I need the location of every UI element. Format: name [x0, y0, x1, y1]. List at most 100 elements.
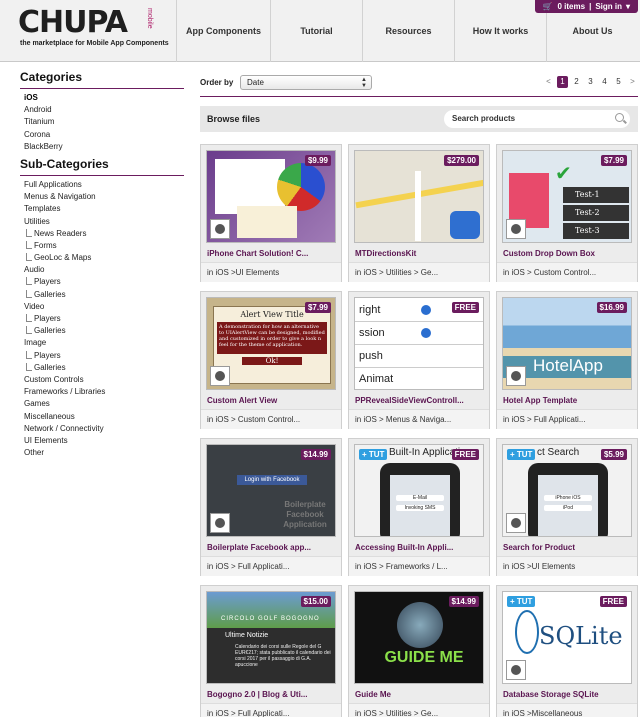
product-title[interactable]: Accessing Built-In Appli...: [355, 543, 487, 552]
category-item[interactable]: iOS: [20, 92, 184, 104]
product-category[interactable]: in iOS > Custom Control...: [201, 409, 341, 429]
subcategory-item[interactable]: Galleries: [20, 289, 184, 301]
signin-link[interactable]: Sign in: [595, 2, 622, 11]
subcategory-item[interactable]: Forms: [20, 240, 184, 252]
subcategory-item[interactable]: Galleries: [20, 362, 184, 374]
subcategory-item[interactable]: Full Applications: [20, 179, 184, 191]
subcategory-item[interactable]: Menus & Navigation: [20, 191, 184, 203]
product-card[interactable]: ct Search iPhone iOS iPod $5.99 + TUT Search …: [496, 438, 638, 576]
product-card[interactable]: ✔ Test-1 Test-2 Test-3 $7.99 Custom Drop Down…: [496, 144, 638, 282]
product-thumbnail[interactable]: HotelApp $16.99: [502, 297, 632, 390]
subcategory-item[interactable]: Players: [20, 276, 184, 288]
product-title[interactable]: Hotel App Template: [503, 396, 635, 405]
product-title[interactable]: Database Storage SQLite: [503, 690, 635, 699]
next-page-button[interactable]: >: [627, 76, 638, 88]
product-thumbnail[interactable]: ✔ Test-1 Test-2 Test-3 $7.99: [502, 150, 632, 243]
subcategory-item[interactable]: Games: [20, 398, 184, 410]
prev-page-button[interactable]: <: [543, 76, 554, 88]
product-card[interactable]: Alert View Title A demonstration for how …: [200, 291, 342, 429]
chevron-down-icon[interactable]: ▾: [626, 2, 630, 11]
category-list: iOS Android Titanium Corona BlackBerry: [20, 92, 184, 153]
product-category[interactable]: in iOS > Menus & Naviga...: [349, 409, 489, 429]
nav-how-it-works[interactable]: How It works: [454, 0, 546, 62]
product-category[interactable]: in iOS > Utilities > Ge...: [349, 703, 489, 717]
subcategory-item[interactable]: Image: [20, 337, 184, 349]
product-card[interactable]: CIRCOLO GOLF BOGOGNO Ultime Notizie Calend…: [200, 585, 342, 717]
subcategory-item[interactable]: Audio: [20, 264, 184, 276]
thumb-text: Test-2: [563, 205, 629, 221]
subcategory-item[interactable]: Players: [20, 350, 184, 362]
product-title[interactable]: Guide Me: [355, 690, 487, 699]
product-category[interactable]: in iOS > Frameworks / L...: [349, 556, 489, 576]
product-category[interactable]: in iOS >UI Elements: [201, 262, 341, 282]
product-card[interactable]: right ssion push Animat FREE PPRevealSideView…: [348, 291, 490, 429]
subcategory-item[interactable]: GeoLoc & Maps: [20, 252, 184, 264]
product-thumbnail[interactable]: ct Search iPhone iOS iPod $5.99 + TUT: [502, 444, 632, 537]
search-icon[interactable]: [615, 113, 624, 122]
thumb-text: Calendario dei corsi sulle Regole del G …: [235, 644, 331, 668]
subcategory-item[interactable]: Templates: [20, 203, 184, 215]
product-thumbnail[interactable]: GUIDE ME $14.99: [354, 591, 484, 684]
page-3[interactable]: 3: [585, 76, 596, 88]
product-title[interactable]: Custom Drop Down Box: [503, 249, 635, 258]
product-thumbnail[interactable]: $9.99: [206, 150, 336, 243]
product-card[interactable]: SQLite FREE + TUT Database Storage SQLite in…: [496, 585, 638, 717]
category-item[interactable]: Corona: [20, 129, 184, 141]
subcategory-item[interactable]: Other: [20, 447, 184, 459]
product-title[interactable]: Bogogno 2.0 | Blog & Uti...: [207, 690, 339, 699]
subcategory-item[interactable]: Custom Controls: [20, 374, 184, 386]
product-title[interactable]: PPRevealSideViewControll...: [355, 396, 487, 405]
product-category[interactable]: in iOS > Utilities > Ge...: [349, 262, 489, 282]
product-card[interactable]: Login with Facebook Boilerplate Facebook …: [200, 438, 342, 576]
order-by-select[interactable]: Date ▲ ▼: [240, 75, 372, 90]
subcategory-item[interactable]: Miscellaneous: [20, 411, 184, 423]
page-4[interactable]: 4: [599, 76, 610, 88]
product-thumbnail[interactable]: Alert View Title A demonstration for how …: [206, 297, 336, 390]
product-category[interactable]: in iOS > Custom Control...: [497, 262, 637, 282]
product-card[interactable]: $279.00 MTDirectionsKit in iOS > Utilities…: [348, 144, 490, 282]
product-thumbnail[interactable]: SQLite FREE + TUT: [502, 591, 632, 684]
product-thumbnail[interactable]: $279.00: [354, 150, 484, 243]
product-category[interactable]: in iOS >UI Elements: [497, 556, 637, 576]
product-title[interactable]: Boilerplate Facebook app...: [207, 543, 339, 552]
product-thumbnail[interactable]: Built-In Applicati E-Mail Invoking SMS FREE…: [354, 444, 484, 537]
subcategory-item[interactable]: Utilities: [20, 216, 184, 228]
order-by-value: Date: [247, 78, 264, 87]
product-category[interactable]: in iOS > Full Applicati...: [201, 556, 341, 576]
category-item[interactable]: Titanium: [20, 116, 184, 128]
subcategory-item[interactable]: Players: [20, 313, 184, 325]
subcategory-item[interactable]: UI Elements: [20, 435, 184, 447]
subcategory-item[interactable]: News Readers: [20, 228, 184, 240]
nav-app-components[interactable]: App Components: [176, 0, 270, 62]
page-5[interactable]: 5: [613, 76, 624, 88]
subcategory-item[interactable]: Frameworks / Libraries: [20, 386, 184, 398]
product-title[interactable]: Search for Product: [503, 543, 635, 552]
nav-resources[interactable]: Resources: [362, 0, 454, 62]
subcategory-item[interactable]: Video: [20, 301, 184, 313]
product-title[interactable]: Custom Alert View: [207, 396, 339, 405]
category-item[interactable]: Android: [20, 104, 184, 116]
category-item[interactable]: BlackBerry: [20, 141, 184, 153]
product-card[interactable]: HotelApp $16.99 Hotel App Template in iOS >…: [496, 291, 638, 429]
cart-items[interactable]: 0 items: [557, 2, 585, 11]
product-thumbnail[interactable]: right ssion push Animat FREE: [354, 297, 484, 390]
product-card[interactable]: Built-In Applicati E-Mail Invoking SMS FREE…: [348, 438, 490, 576]
subcategory-item[interactable]: Network / Connectivity: [20, 423, 184, 435]
product-thumbnail[interactable]: CIRCOLO GOLF BOGOGNO Ultime Notizie Calend…: [206, 591, 336, 684]
product-category[interactable]: in iOS > Full Applicati...: [201, 703, 341, 717]
product-category[interactable]: in iOS > Full Applicati...: [497, 409, 637, 429]
cart-icon[interactable]: 🛒: [543, 2, 553, 11]
page-2[interactable]: 2: [571, 76, 582, 88]
product-card[interactable]: $9.99 iPhone Chart Solution! C... in iOS >…: [200, 144, 342, 282]
search-input[interactable]: Search products: [444, 110, 630, 128]
product-title[interactable]: MTDirectionsKit: [355, 249, 487, 258]
site-logo[interactable]: CHUPA mobile the marketplace for Mobile …: [18, 6, 169, 50]
subcategory-item[interactable]: Galleries: [20, 325, 184, 337]
product-category[interactable]: in iOS >Miscellaneous: [497, 703, 637, 717]
product-card[interactable]: GUIDE ME $14.99 Guide Me in iOS > Utilities…: [348, 585, 490, 717]
product-title[interactable]: iPhone Chart Solution! C...: [207, 249, 339, 258]
thumb-text: Boilerplate Facebook Application: [283, 500, 327, 529]
nav-tutorial[interactable]: Tutorial: [270, 0, 362, 62]
page-1[interactable]: 1: [557, 76, 568, 88]
product-thumbnail[interactable]: Login with Facebook Boilerplate Facebook …: [206, 444, 336, 537]
